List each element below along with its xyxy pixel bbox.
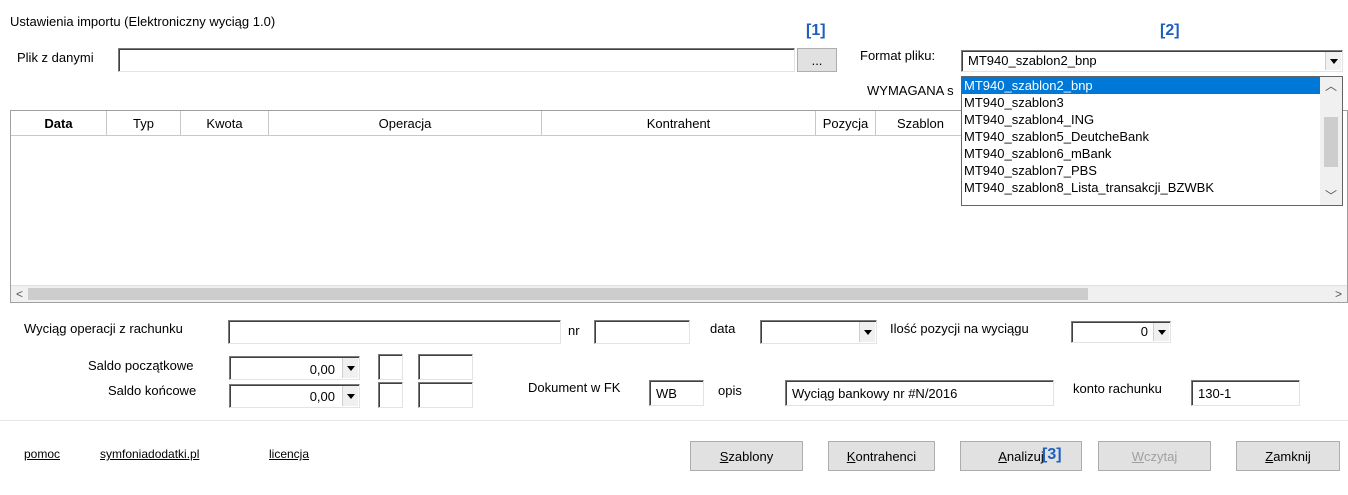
closing-aux-box-2[interactable] (418, 382, 473, 408)
separator (0, 420, 1348, 421)
col-typ[interactable]: Typ (107, 111, 181, 136)
format-option[interactable]: MT940_szablon5_DeutcheBank (962, 128, 1342, 145)
chevron-down-icon[interactable]: ﹀ (1320, 187, 1342, 205)
dropdown-vertical-scrollbar[interactable]: ︿ ﹀ (1320, 77, 1342, 205)
format-option[interactable]: MT940_szablon6_mBank (962, 145, 1342, 162)
chevron-down-icon[interactable] (342, 386, 358, 406)
count-combobox[interactable]: 0 (1071, 321, 1171, 343)
opening-balance-value: 0,00 (309, 362, 335, 377)
annotation-1: [1] (806, 22, 826, 39)
date-picker[interactable] (760, 320, 877, 344)
col-kwota[interactable]: Kwota (181, 111, 269, 136)
format-option[interactable]: MT940_szablon3 (962, 94, 1342, 111)
scroll-right-icon[interactable]: > (1330, 286, 1347, 302)
col-kontrahent[interactable]: Kontrahent (542, 111, 816, 136)
closing-balance-label: Saldo końcowe (108, 383, 197, 398)
opening-balance-label: Saldo początkowe (88, 358, 194, 373)
closing-balance-value: 0,00 (309, 389, 335, 404)
statement-number-input[interactable] (594, 320, 690, 344)
license-link[interactable]: licencja (269, 447, 309, 461)
scroll-left-icon[interactable]: < (11, 286, 28, 302)
help-link[interactable]: pomoc (24, 447, 60, 461)
grid-header: Data Typ Kwota Operacja Kontrahent Pozyc… (11, 111, 966, 136)
close-button[interactable]: Zamknij (1236, 441, 1340, 471)
col-pozycja[interactable]: Pozycja (816, 111, 876, 136)
opening-aux-box-2[interactable] (418, 354, 473, 380)
annotation-2: [2] (1160, 22, 1180, 39)
format-option[interactable]: MT940_szablon4_ING (962, 111, 1342, 128)
fk-document-label: Dokument w FK (528, 380, 621, 395)
scroll-thumb[interactable] (28, 288, 1088, 300)
annotation-3: [3] (1042, 446, 1062, 463)
format-option[interactable]: MT940_szablon8_Lista_transakcji_BZWBK (962, 179, 1342, 196)
analyze-button[interactable]: Analizuj (960, 441, 1082, 471)
import-settings-window: Ustawienia importu (Elektroniczny wyciąg… (0, 0, 1348, 495)
chevron-down-icon[interactable] (1325, 52, 1341, 70)
bank-account-input[interactable]: 130-1 (1191, 380, 1300, 406)
load-button[interactable]: Wczytaj (1098, 441, 1211, 471)
col-operacja[interactable]: Operacja (269, 111, 542, 136)
chevron-down-icon[interactable] (342, 358, 358, 378)
chevron-down-icon[interactable] (859, 322, 875, 342)
file-path-input[interactable] (118, 48, 795, 72)
opening-balance-input[interactable]: 0,00 (229, 356, 360, 380)
bank-account-label: konto rachunku (1073, 381, 1162, 396)
chevron-up-icon[interactable]: ︿ (1320, 77, 1342, 95)
required-label: WYMAGANA s (867, 83, 954, 98)
description-input[interactable]: Wyciąg bankowy nr #N/2016 (785, 380, 1054, 406)
count-label: Ilość pozycji na wyciągu (890, 321, 1029, 336)
format-combobox[interactable]: MT940_szablon2_bnp (961, 50, 1343, 72)
templates-button[interactable]: Szablony (690, 441, 803, 471)
website-link[interactable]: symfoniadodatki.pl (100, 447, 199, 461)
window-title: Ustawienia importu (Elektroniczny wyciąg… (10, 14, 276, 29)
file-label: Plik z danymi (17, 50, 94, 65)
format-label: Format pliku: (860, 48, 936, 63)
fk-document-input[interactable]: WB (649, 380, 704, 406)
account-ops-input[interactable] (228, 320, 561, 344)
format-option[interactable]: MT940_szablon7_PBS (962, 162, 1342, 179)
format-selected-value: MT940_szablon2_bnp (968, 53, 1097, 68)
account-ops-label: Wyciąg operacji z rachunku (24, 321, 183, 336)
opening-aux-box-1[interactable] (378, 354, 403, 380)
date-label: data (710, 321, 736, 336)
scroll-thumb[interactable] (1324, 117, 1338, 167)
description-label: opis (718, 383, 742, 398)
closing-aux-box-1[interactable] (378, 382, 403, 408)
nr-label: nr (568, 323, 580, 338)
grid-horizontal-scrollbar[interactable]: < > (11, 285, 1347, 302)
format-option[interactable]: MT940_szablon2_bnp (962, 77, 1342, 94)
browse-file-button[interactable]: ... (797, 48, 837, 72)
closing-balance-input[interactable]: 0,00 (229, 384, 360, 408)
count-value: 0 (1140, 324, 1148, 339)
chevron-down-icon[interactable] (1153, 323, 1169, 341)
format-dropdown-list[interactable]: MT940_szablon2_bnp MT940_szablon3 MT940_… (961, 76, 1343, 206)
col-szablon[interactable]: Szablon (876, 111, 966, 136)
contractors-button[interactable]: Kontrahenci (828, 441, 935, 471)
col-data[interactable]: Data (11, 111, 107, 136)
